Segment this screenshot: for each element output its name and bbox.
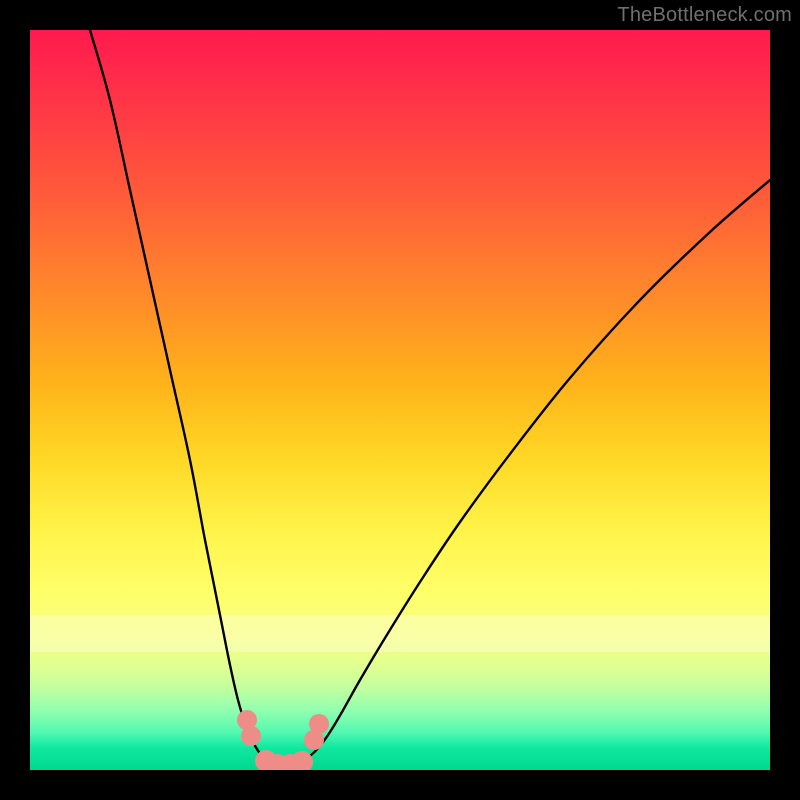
valley-marker	[241, 726, 261, 746]
bottleneck-curve	[90, 30, 770, 766]
chart-svg	[30, 30, 770, 770]
watermark-text: TheBottleneck.com	[617, 4, 792, 27]
valley-marker	[291, 751, 313, 770]
valley-marker	[309, 714, 329, 734]
chart-markers	[237, 710, 329, 770]
chart-area	[30, 30, 770, 770]
chart-curves	[90, 30, 770, 766]
